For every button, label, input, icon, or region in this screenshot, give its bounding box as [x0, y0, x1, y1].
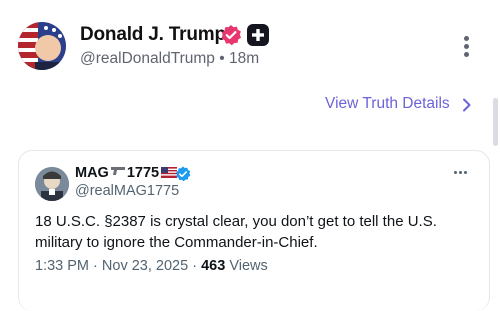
pistol-emoji: [110, 167, 125, 175]
more-horizontal-icon[interactable]: [453, 169, 469, 177]
author-name[interactable]: Donald J. Trump: [80, 24, 226, 46]
chevron-right-icon[interactable]: [462, 98, 472, 112]
tweet-date[interactable]: Nov 23, 2025: [102, 258, 188, 274]
tweet-views-count: 463: [201, 258, 226, 274]
tweet-author-name-number: 1775: [126, 165, 160, 181]
tweet-author-name-text: MAG: [75, 165, 109, 181]
author-avatar[interactable]: [18, 22, 66, 70]
separator-dot: •: [219, 50, 225, 67]
tweet-time[interactable]: 1:33 PM: [35, 258, 89, 274]
tweet-author-name[interactable]: MAG 1775: [75, 165, 178, 181]
tweet-meta: 1:33 PM · Nov 23, 2025 · 463 Views: [35, 258, 268, 274]
embedded-tweet-card[interactable]: MAG 1775 @realMAG1775 18 U.S.C. §2387 is …: [18, 150, 490, 311]
meta-dot-2: ·: [192, 258, 198, 274]
post-time-ago: 18m: [228, 50, 260, 67]
meta-dot: ·: [93, 258, 98, 274]
tweet-author-avatar[interactable]: [35, 167, 69, 201]
tweet-views-label: Views: [229, 258, 268, 274]
tweet-text: 18 U.S.C. §2387 is crystal clear, you do…: [35, 213, 437, 251]
post-header: Donald J. Trump @realDonaldTrump • 18m: [0, 0, 500, 90]
plus-badge-icon: [247, 24, 269, 46]
tweet-author-handle[interactable]: @realMAG1775: [75, 183, 179, 199]
kebab-menu-icon[interactable]: [461, 36, 473, 60]
blue-check-icon: [175, 166, 191, 182]
view-truth-details-label: View Truth Details: [325, 95, 450, 112]
author-handle[interactable]: @realDonaldTrump: [80, 50, 215, 67]
view-truth-details-link[interactable]: View Truth Details: [325, 95, 472, 113]
scrollbar-track[interactable]: [491, 0, 500, 306]
scrollbar-thumb[interactable]: [493, 98, 498, 146]
author-handle-line: @realDonaldTrump • 18m: [80, 50, 259, 68]
verified-badge-icon: [220, 24, 242, 46]
